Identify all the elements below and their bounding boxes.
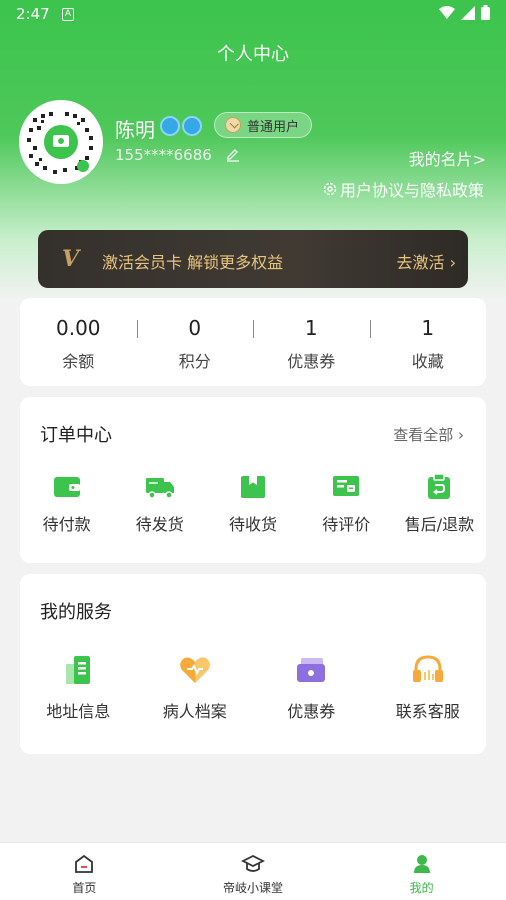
view-all-orders-link[interactable]: 查看全部 ›	[393, 424, 464, 445]
headset-icon	[412, 655, 443, 682]
box-icon	[241, 476, 265, 498]
order-status-label: 待评价	[322, 515, 371, 534]
order-status-row: 待付款 待发货 待收货 待评价 售后/退款	[20, 473, 486, 535]
service-patient-records[interactable]: 病人档案	[137, 652, 254, 722]
service-label: 病人档案	[162, 702, 227, 721]
order-pending-payment[interactable]: 待付款	[20, 473, 113, 535]
truck-icon	[145, 478, 174, 499]
my-card-link[interactable]: 我的名片>	[409, 146, 486, 170]
services-row: 地址信息 病人档案 优惠券 联系客服	[20, 652, 486, 722]
view-all-label: 查看全部	[393, 426, 454, 444]
tab-label: 我的	[409, 881, 434, 895]
notification-icon: A	[62, 8, 74, 21]
tab-label: 首页	[72, 881, 97, 895]
vip-logo: V	[62, 246, 80, 272]
stat-value: 0	[188, 316, 202, 340]
battery-icon	[481, 5, 490, 20]
vip-activate-button[interactable]: 去激活 ›	[396, 249, 456, 273]
edit-icon[interactable]	[225, 146, 241, 162]
signal-icon	[461, 5, 475, 20]
service-customer-support[interactable]: 联系客服	[370, 652, 487, 722]
home-icon	[75, 854, 94, 873]
address-icon	[66, 656, 91, 684]
order-status-label: 待发货	[135, 515, 184, 534]
user-level-label: 普通用户	[247, 119, 300, 135]
service-label: 联系客服	[395, 702, 460, 721]
stat-label: 积分	[178, 352, 211, 371]
chevron-right-icon: ›	[449, 253, 456, 272]
chevron-right-icon: ›	[458, 426, 464, 444]
order-status-label: 售后/退款	[404, 515, 475, 534]
divider	[369, 320, 371, 338]
stat-label: 优惠券	[287, 352, 336, 371]
dolphin-badge-icon	[182, 116, 202, 136]
review-icon	[333, 476, 360, 496]
stat-value: 1	[304, 316, 318, 340]
qr-code-icon	[27, 112, 93, 174]
diamond-icon	[225, 117, 241, 133]
service-label: 优惠券	[287, 702, 336, 721]
wallet-icon	[53, 477, 80, 497]
status-time: 2:47	[16, 5, 50, 23]
my-services-panel: 我的服务 地址信息 病人档案 优惠券 联系客服	[20, 574, 486, 754]
order-status-label: 待付款	[42, 515, 91, 534]
service-coupons[interactable]: 优惠券	[253, 652, 370, 722]
service-label: 地址信息	[46, 702, 111, 721]
divider	[253, 320, 254, 338]
order-status-label: 待收货	[229, 515, 278, 534]
privacy-policy-label: 用户协议与隐私政策	[339, 181, 484, 200]
vip-activate-label: 去激活	[396, 253, 445, 272]
vip-banner[interactable]: V 激活会员卡 解锁更多权益 去激活 ›	[38, 230, 468, 288]
stat-value: 0.00	[55, 316, 101, 340]
status-indicators	[439, 5, 490, 20]
divider	[136, 320, 138, 338]
vip-promo-text: 激活会员卡 解锁更多权益	[102, 253, 284, 272]
stat-points[interactable]: 0 积分	[136, 298, 254, 386]
stat-value: 1	[421, 316, 435, 340]
username: 陈明	[115, 118, 155, 142]
heart-icon	[179, 657, 210, 683]
coupon-icon	[297, 658, 326, 682]
order-pending-receipt[interactable]: 待收货	[206, 473, 299, 535]
order-after-sales[interactable]: 售后/退款	[393, 473, 486, 535]
service-address[interactable]: 地址信息	[20, 652, 137, 722]
stat-coupons[interactable]: 1 优惠券	[253, 298, 370, 386]
stats-card: 0.00 余额 0 积分 1 优惠券 1 收藏	[20, 298, 486, 386]
wifi-icon	[439, 5, 455, 19]
person-icon	[413, 855, 430, 873]
status-bar: 2:47 A	[0, 0, 506, 30]
bottom-tab-bar: 首页 帝岐小课堂 我的	[0, 842, 506, 900]
tab-mine[interactable]: 我的	[337, 843, 506, 900]
order-center-panel: 订单中心 查看全部 › 待付款 待发货 待收货 待评价 售后/退款	[20, 397, 486, 563]
my-services-title: 我的服务	[40, 602, 112, 623]
stat-balance[interactable]: 0.00 余额	[20, 298, 137, 386]
graduation-cap-icon	[241, 854, 265, 872]
user-level-badge: 普通用户	[214, 112, 313, 138]
order-pending-shipment[interactable]: 待发货	[113, 473, 206, 535]
refund-icon	[428, 473, 451, 499]
qr-code-avatar[interactable]	[19, 100, 103, 184]
gear-icon	[323, 182, 337, 196]
stat-label: 收藏	[411, 352, 444, 371]
order-center-title: 订单中心	[40, 425, 112, 446]
stat-favorites[interactable]: 1 收藏	[369, 298, 487, 386]
tab-label: 帝岐小课堂	[223, 881, 284, 895]
dolphin-badge-icon	[160, 116, 180, 136]
tab-home[interactable]: 首页	[0, 843, 169, 900]
badge-group	[160, 116, 202, 136]
order-pending-review[interactable]: 待评价	[300, 473, 393, 535]
privacy-policy-link[interactable]: 用户协议与隐私政策	[322, 177, 484, 201]
phone-number: 155****6686	[115, 146, 212, 164]
tab-classroom[interactable]: 帝岐小课堂	[169, 843, 338, 900]
stat-label: 余额	[62, 352, 95, 371]
page-title: 个人中心	[217, 44, 289, 65]
